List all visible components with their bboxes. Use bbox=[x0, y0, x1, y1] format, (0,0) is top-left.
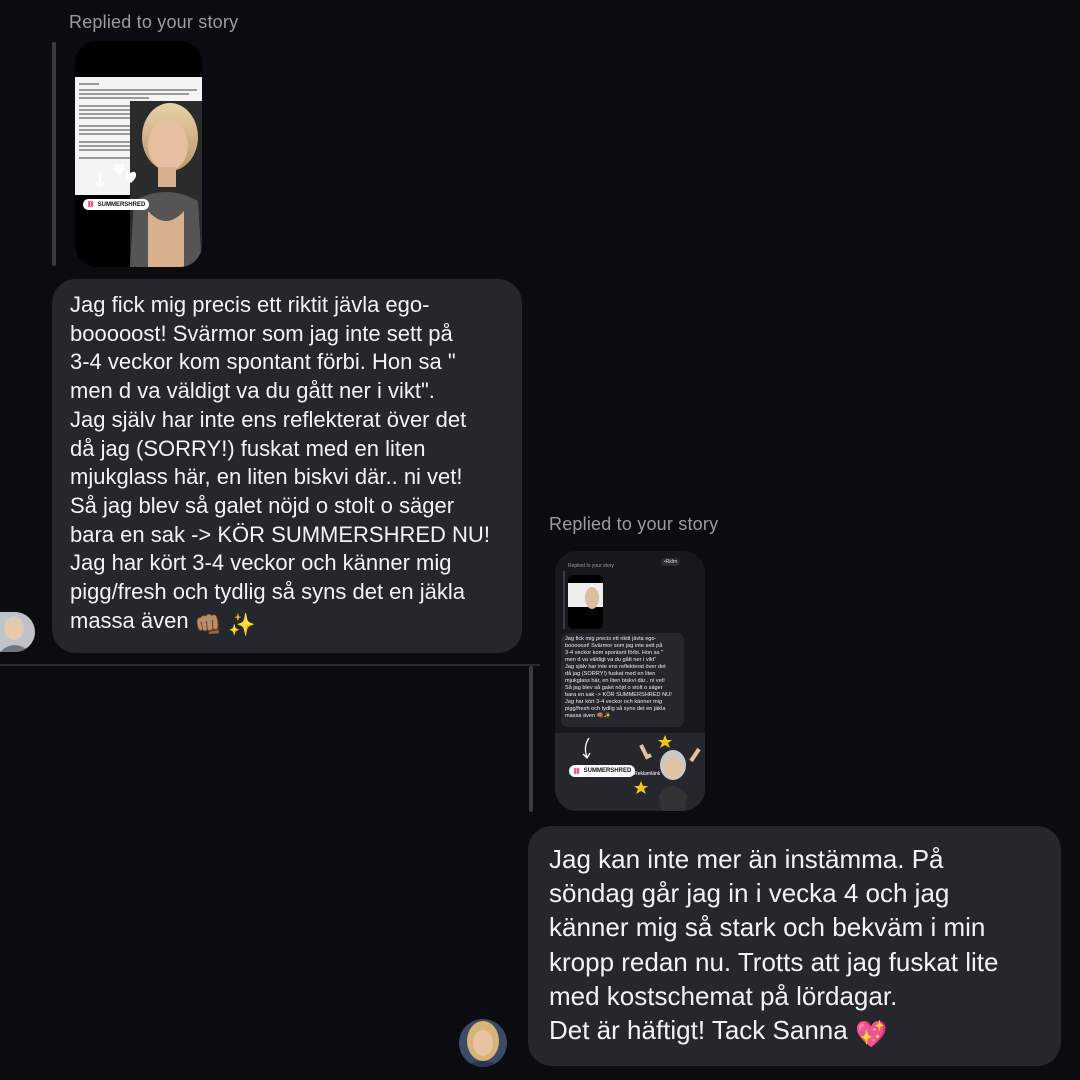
message-bubble-2: Jag kan inte mer än instämma. På söndag … bbox=[528, 826, 1061, 1066]
story-2-quoted-bubble: Jag fick mig precis ett riktit jävla ego… bbox=[561, 633, 684, 727]
curved-arrow-icon bbox=[582, 737, 591, 760]
story-2-header: Replied to your story bbox=[568, 563, 614, 569]
sender-avatar-1[interactable] bbox=[0, 612, 35, 652]
story-2-quote-bar bbox=[563, 571, 565, 629]
quote-bar-1 bbox=[52, 42, 56, 266]
message-emojis-1: 👊🏽 ✨ bbox=[194, 611, 256, 637]
story-thumbnail-2[interactable]: Replied to your story •Rklm Jag fick mig… bbox=[555, 551, 705, 811]
story-thumbnail-1[interactable]: ⛓ SUMMERSHRED bbox=[75, 41, 202, 267]
message-text-1: Jag fick mig precis ett riktit jävla ego… bbox=[70, 292, 490, 633]
story-reply-label-1: Replied to your story bbox=[69, 12, 239, 32]
link-icon: ⛓ bbox=[87, 202, 95, 208]
story-2-inner-thumb bbox=[568, 575, 603, 629]
sender-avatar-2[interactable] bbox=[459, 1019, 507, 1067]
message-text-2: Jag kan inte mer än instämma. På söndag … bbox=[549, 844, 999, 1046]
summershred-sticker: ⛓ SUMMERSHRED bbox=[83, 199, 150, 210]
arrow-down-icon bbox=[95, 174, 105, 189]
link-icon: ⛓ bbox=[573, 768, 581, 775]
story-person-photo bbox=[130, 101, 202, 267]
divider-line bbox=[0, 664, 540, 666]
story-reply-label-2: Replied to your story bbox=[549, 514, 719, 534]
story-2-badge: •Rklm bbox=[661, 558, 681, 566]
story-2-sticker: ⛓ SUMMERSHRED bbox=[569, 765, 636, 777]
quote-bar-2 bbox=[529, 666, 533, 812]
story-2-bottom-panel: ⛓ SUMMERSHRED • Reklamlänk bbox=[555, 733, 705, 811]
message-bubble-1: Jag fick mig precis ett riktit jävla ego… bbox=[52, 279, 522, 653]
ad-link-label: • Reklamlänk bbox=[631, 771, 661, 777]
hearts-icon bbox=[113, 163, 137, 183]
message-emoji-2: 💖 bbox=[854, 1019, 888, 1050]
